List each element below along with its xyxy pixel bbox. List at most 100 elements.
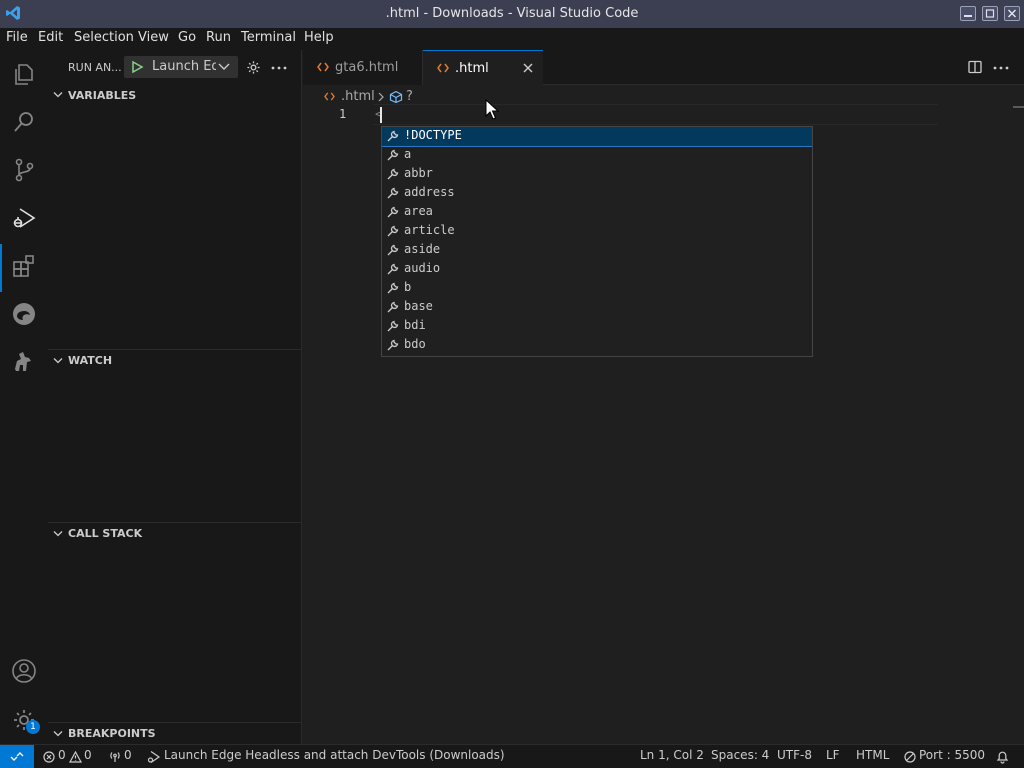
- go-live-port-icon[interactable]: [904, 751, 916, 763]
- split-editor-icon[interactable]: [968, 60, 982, 74]
- tab-gta6-html[interactable]: gta6.html: [303, 50, 423, 85]
- suggestion-label: address: [404, 185, 455, 199]
- start-debugging-icon[interactable]: [130, 60, 144, 74]
- suggestion-item[interactable]: audio: [382, 260, 812, 279]
- watch-header[interactable]: WATCH: [68, 354, 112, 367]
- breadcrumb-file[interactable]: .html: [341, 89, 375, 104]
- minimize-button[interactable]: [960, 6, 976, 21]
- suggestion-item[interactable]: bdi: [382, 317, 812, 336]
- cursor-position[interactable]: Ln 1, Col 2: [640, 748, 704, 762]
- remote-indicator[interactable]: [0, 745, 34, 768]
- chevron-down-icon: [218, 63, 230, 71]
- settings-update-badge: 1: [26, 720, 40, 734]
- line-endings[interactable]: LF: [826, 748, 840, 762]
- ports-broadcast-icon[interactable]: [108, 750, 122, 763]
- search-icon[interactable]: [11, 109, 37, 135]
- indentation[interactable]: Spaces: 4: [711, 748, 769, 762]
- run-debug-sidebar: RUN AN... Launch Edge VARIABLES WATCH CA: [48, 50, 302, 744]
- chevron-down-icon[interactable]: [53, 357, 63, 365]
- snippet-wrench-icon: [386, 186, 400, 200]
- suggestion-label: aside: [404, 242, 441, 256]
- variables-section: VARIABLES: [48, 86, 301, 350]
- menu-edit[interactable]: Edit: [38, 30, 63, 45]
- live-server-port[interactable]: Port : 5500: [919, 748, 985, 762]
- suggestion-item[interactable]: aside: [382, 241, 812, 260]
- open-launch-json-gear-icon[interactable]: [246, 60, 261, 75]
- snippet-wrench-icon: [386, 167, 400, 181]
- suggestion-item[interactable]: b: [382, 279, 812, 298]
- html-file-icon: [317, 62, 329, 72]
- menu-view[interactable]: View: [138, 30, 169, 45]
- more-actions-icon[interactable]: [271, 66, 287, 70]
- suggestion-item[interactable]: !DOCTYPE: [382, 127, 812, 147]
- breadcrumb-symbol[interactable]: ?: [406, 89, 413, 104]
- breadcrumb-chevron-icon: [378, 92, 384, 102]
- close-window-button[interactable]: [1004, 6, 1020, 21]
- activity-bar: 1: [0, 50, 48, 744]
- suggestion-label: area: [404, 204, 433, 218]
- tab-html-active[interactable]: .html: [423, 50, 543, 85]
- run-debug-icon[interactable]: [11, 205, 37, 231]
- snippet-wrench-icon: [386, 319, 400, 333]
- suggestion-label: abbr: [404, 166, 433, 180]
- status-bar: 0 0 0 Launch Edge Headless and attach De…: [0, 744, 1024, 768]
- variables-header[interactable]: VARIABLES: [68, 89, 136, 102]
- menu-selection[interactable]: Selection: [74, 30, 134, 45]
- active-view-indicator: [0, 244, 2, 292]
- error-icon[interactable]: [43, 751, 55, 763]
- editor-more-actions-icon[interactable]: [993, 66, 1009, 70]
- debug-target-label[interactable]: Launch Edge Headless and attach DevTools…: [164, 748, 505, 762]
- notifications-bell-icon[interactable]: [996, 750, 1009, 764]
- warning-count[interactable]: 0: [84, 748, 92, 762]
- chevron-down-icon[interactable]: [53, 730, 63, 738]
- extensions-icon[interactable]: [11, 253, 37, 279]
- text-cursor: [380, 107, 382, 123]
- mouse-pointer-icon: [485, 99, 499, 121]
- menu-file[interactable]: File: [6, 30, 28, 45]
- launch-config-dropdown[interactable]: Launch Edge: [124, 56, 238, 78]
- suggestion-item[interactable]: abbr: [382, 165, 812, 184]
- explorer-icon[interactable]: [11, 61, 37, 87]
- edge-devtools-icon[interactable]: [11, 301, 37, 327]
- menu-help[interactable]: Help: [304, 30, 334, 45]
- scrollbar-indicator: [1013, 106, 1024, 108]
- html-file-icon: [324, 92, 335, 101]
- suggestion-item[interactable]: base: [382, 298, 812, 317]
- menu-run[interactable]: Run: [206, 30, 231, 45]
- encoding[interactable]: UTF-8: [777, 748, 812, 762]
- close-tab-icon[interactable]: [523, 63, 533, 73]
- breakpoints-header[interactable]: BREAKPOINTS: [68, 727, 156, 740]
- docker-icon[interactable]: [11, 349, 37, 375]
- menu-terminal[interactable]: Terminal: [241, 30, 296, 45]
- debug-launch-icon[interactable]: [147, 750, 161, 764]
- current-line-highlight: [373, 104, 938, 125]
- remote-icon: [10, 750, 24, 763]
- language-mode[interactable]: HTML: [856, 748, 889, 762]
- suggestion-item[interactable]: bdo: [382, 336, 812, 355]
- snippet-wrench-icon: [386, 148, 400, 162]
- snippet-wrench-icon: [386, 243, 400, 257]
- chevron-down-icon[interactable]: [53, 530, 63, 538]
- ports-count[interactable]: 0: [124, 748, 132, 762]
- suggestion-item[interactable]: article: [382, 222, 812, 241]
- warning-icon[interactable]: [69, 751, 82, 763]
- call-stack-header[interactable]: CALL STACK: [68, 527, 142, 540]
- suggestion-item[interactable]: blockquote: [382, 355, 812, 356]
- menu-go[interactable]: Go: [178, 30, 196, 45]
- maximize-button[interactable]: [982, 6, 998, 21]
- title-bar: .html - Downloads - Visual Studio Code: [0, 0, 1024, 28]
- source-control-icon[interactable]: [11, 157, 37, 183]
- suggestion-item[interactable]: address: [382, 184, 812, 203]
- suggestion-item[interactable]: area: [382, 203, 812, 222]
- error-count[interactable]: 0: [58, 748, 66, 762]
- sidebar-title: RUN AN...: [68, 61, 122, 74]
- suggestion-label: b: [404, 280, 412, 294]
- snippet-wrench-icon: [386, 338, 400, 352]
- snippet-wrench-icon: [386, 224, 400, 238]
- accounts-icon[interactable]: [11, 658, 37, 684]
- suggestion-label: audio: [404, 261, 441, 275]
- suggestion-item[interactable]: a: [382, 146, 812, 165]
- chevron-down-icon[interactable]: [53, 91, 63, 99]
- snippet-wrench-icon: [386, 262, 400, 276]
- watch-section: WATCH: [48, 350, 301, 522]
